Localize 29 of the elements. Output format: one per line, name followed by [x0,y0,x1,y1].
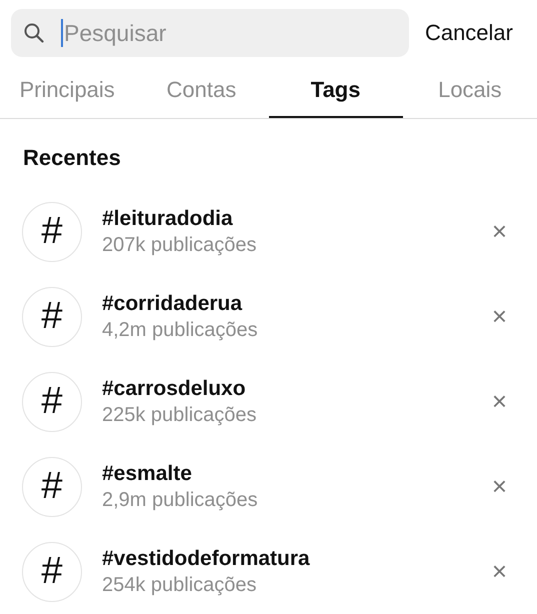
post-count: 254k publicações [102,574,258,596]
hashtag-name[interactable]: #esmalte [102,462,490,486]
tab[interactable]: Tags [268,63,403,118]
post-count: 4,2m publicações [102,318,259,342]
hashtag-name[interactable]: #corridaderua [102,292,490,316]
post-count: 2,9m publicações [102,488,259,512]
hashtag-icon: # [22,542,82,602]
remove-button[interactable]: × [490,216,509,247]
hashtag-icon: # [22,202,82,262]
search-field[interactable]: Pesquisar [11,9,409,57]
remove-button[interactable]: × [490,386,509,417]
post-count: 225k publicações [102,404,258,426]
search-icon [24,23,44,43]
remove-button[interactable]: × [490,301,509,332]
cancel-button[interactable]: Cancelar [420,14,537,52]
hashtag-name[interactable]: #leituradodia [102,206,490,230]
remove-button[interactable]: × [490,556,509,587]
hashtag-name[interactable]: #vestidodeformatura [102,546,490,570]
hashtag-name[interactable]: #carrosdeluxo [102,376,490,400]
section-title: Recentes [23,145,122,171]
hashtag-icon: # [22,372,82,432]
post-count: 207k publicações [102,234,258,256]
tab[interactable]: Locais [402,63,537,118]
remove-button[interactable]: × [490,471,509,502]
hashtag-icon: # [22,286,82,346]
text-cursor [61,19,63,47]
tab[interactable]: Principais [0,63,134,118]
tab[interactable]: Contas [134,63,268,118]
hashtag-icon: # [22,456,82,516]
